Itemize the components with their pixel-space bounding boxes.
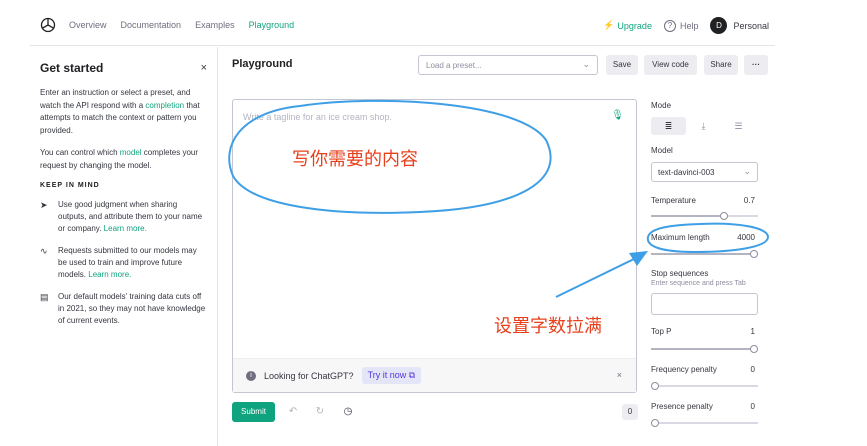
tip-item: ∿ Requests submitted to our models may b… (40, 245, 207, 281)
slider-fill (651, 253, 754, 255)
mode-selector: ≣ ⤓ ☰ (651, 117, 758, 135)
external-link-icon: ⧉ (408, 370, 416, 380)
preset-placeholder: Load a preset... (426, 61, 482, 70)
tip-text: Requests submitted to our models may be … (58, 246, 197, 279)
share-button[interactable]: Share (704, 55, 738, 75)
question-icon: ? (663, 19, 676, 32)
nav-documentation[interactable]: Documentation (121, 20, 182, 30)
insert-mode-icon[interactable]: ⤓ (686, 117, 721, 135)
top-p-slider[interactable] (651, 345, 758, 353)
close-icon[interactable]: × (201, 62, 207, 74)
stop-sequences-help: Enter sequence and press Tab (651, 280, 746, 287)
nav-examples[interactable]: Examples (195, 20, 235, 30)
completion-link[interactable]: completion (145, 101, 184, 110)
model-select[interactable]: text-davinci-003 ⌄ (651, 162, 758, 182)
slider-thumb[interactable] (750, 250, 758, 258)
slider-thumb[interactable] (720, 212, 729, 220)
account-label: Personal (733, 20, 769, 31)
temperature-value[interactable]: 0.7 (744, 196, 755, 205)
nav-right: ⚡ Upgrade ? Help D Personal (603, 17, 769, 34)
slider-fill (651, 215, 725, 217)
get-started-panel: Get started × Enter an instruction or se… (30, 47, 218, 446)
top-p-value[interactable]: 1 (751, 327, 755, 336)
complete-mode-icon[interactable]: ≣ (651, 117, 686, 135)
control-text-1: You can control which (40, 148, 118, 157)
max-length-value[interactable]: 4000 (737, 233, 755, 242)
chevron-down-icon: ⌄ (582, 59, 590, 69)
model-paragraph: You can control which model completes yo… (40, 147, 207, 172)
send-icon: ➤ (40, 200, 48, 210)
tip-item: ▤ Our default models' training data cuts… (40, 291, 207, 327)
top-p-label: Top P (651, 327, 672, 336)
presence-penalty-value[interactable]: 0 (751, 402, 755, 411)
slider-thumb[interactable] (750, 345, 758, 353)
prompt-editor[interactable]: Write a tagline for an ice cream shop. 🎙… (232, 99, 637, 393)
slider-fill (651, 348, 754, 350)
frequency-penalty-label: Frequency penalty (651, 365, 717, 374)
avatar: D (710, 17, 728, 34)
model-link[interactable]: model (120, 148, 142, 157)
edit-mode-icon[interactable]: ☰ (721, 117, 756, 135)
chatgpt-banner: i Looking for ChatGPT? Try it now ⧉ × (233, 358, 636, 392)
nav-playground[interactable]: Playground (249, 20, 295, 30)
panel-title: Get started (40, 61, 104, 75)
intro-paragraph: Enter an instruction or select a preset,… (40, 87, 207, 137)
mode-label: Mode (651, 101, 672, 110)
chevron-down-icon: ⌄ (743, 166, 751, 176)
page-title: Playground (232, 58, 293, 70)
max-length-slider[interactable] (651, 250, 758, 258)
help-link[interactable]: ? Help (663, 19, 699, 32)
try-it-label: Try it now (367, 370, 407, 380)
model-value: text-davinci-003 (658, 168, 715, 177)
editor-placeholder: Write a tagline for an ice cream shop. (243, 112, 392, 122)
nav-overview[interactable]: Overview (69, 20, 107, 30)
undo-icon[interactable]: ↶ (283, 402, 303, 422)
nav-links: Overview Documentation Examples Playgrou… (69, 20, 294, 30)
save-button[interactable]: Save (606, 55, 638, 75)
pulse-icon: ∿ (40, 246, 48, 256)
upgrade-link[interactable]: ⚡ Upgrade (603, 20, 652, 31)
learn-more-link[interactable]: Learn more. (88, 270, 131, 279)
tip-text: Use good judgment when sharing outputs, … (58, 200, 203, 233)
frequency-penalty-value[interactable]: 0 (751, 365, 755, 374)
account-menu[interactable]: D Personal (710, 17, 769, 34)
regenerate-icon[interactable]: ↻ (310, 402, 330, 422)
microphone-icon[interactable]: 🎙 (611, 110, 624, 121)
view-code-button[interactable]: View code (644, 55, 697, 75)
help-label: Help (679, 20, 699, 31)
more-button[interactable]: ··· (744, 55, 768, 75)
submit-button[interactable]: Submit (232, 402, 275, 422)
keep-in-mind-heading: KEEP IN MIND (40, 182, 100, 189)
banner-close-icon[interactable]: × (617, 370, 622, 380)
history-icon[interactable]: ◷ (338, 402, 358, 422)
frequency-penalty-slider[interactable] (651, 382, 758, 390)
presence-penalty-slider[interactable] (651, 419, 758, 427)
stop-sequences-input[interactable] (651, 293, 758, 315)
calendar-icon: ▤ (40, 292, 49, 302)
set-max-annotation-text: 设置字数拉满 (494, 316, 602, 337)
openai-logo-icon[interactable] (40, 17, 56, 33)
temperature-slider[interactable] (651, 212, 758, 220)
panel-header: Get started × (40, 61, 207, 75)
slider-thumb[interactable] (651, 382, 659, 390)
bolt-icon: ⚡ (603, 20, 615, 30)
tip-text: Our default models' training data cuts o… (58, 292, 206, 325)
top-navigation: Overview Documentation Examples Playgrou… (30, 8, 775, 46)
preset-select[interactable]: Load a preset... ⌄ (418, 55, 598, 75)
tip-item: ➤ Use good judgment when sharing outputs… (40, 199, 207, 235)
presence-penalty-label: Presence penalty (651, 402, 713, 411)
model-label: Model (651, 146, 673, 155)
stop-sequences-label: Stop sequences (651, 269, 709, 278)
upgrade-label: Upgrade (617, 20, 652, 31)
info-icon: i (246, 370, 256, 381)
slider-thumb[interactable] (651, 419, 659, 427)
max-length-label: Maximum length (651, 233, 710, 242)
chatgpt-banner-text: Looking for ChatGPT? (264, 370, 354, 381)
token-count: 0 (622, 404, 638, 420)
write-here-annotation-text: 写你需要的内容 (292, 149, 418, 170)
temperature-label: Temperature (651, 196, 696, 205)
learn-more-link[interactable]: Learn more. (104, 224, 147, 233)
try-it-now-button[interactable]: Try it now ⧉ (361, 367, 422, 384)
